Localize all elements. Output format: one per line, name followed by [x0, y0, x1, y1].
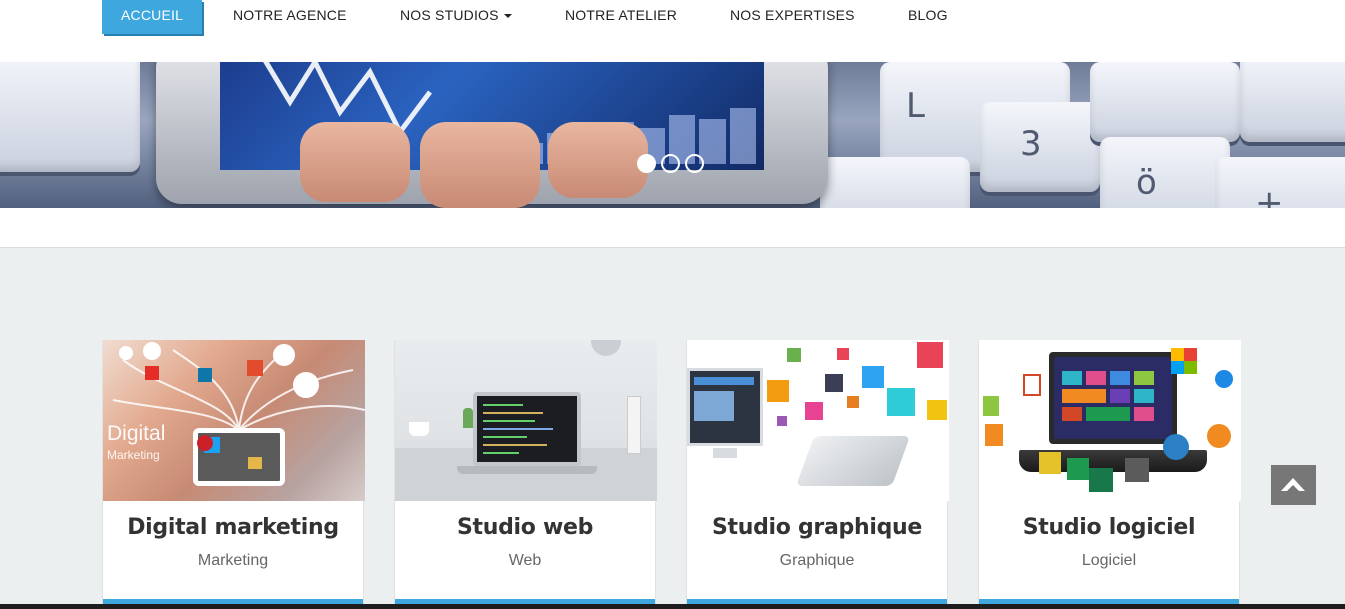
mug-graphic: [409, 422, 429, 436]
color-cube: [837, 348, 849, 360]
slider-dot-3[interactable]: [685, 154, 704, 173]
footer-strip: [0, 604, 1345, 609]
main-navigation: ACCUEIL NOTRE AGENCE NOS STUDIOS NOTRE A…: [0, 0, 1345, 62]
keyboard-key: [0, 62, 140, 172]
studio-card-web[interactable]: Studio web Web: [394, 340, 657, 604]
keyboard-key: [1240, 62, 1345, 142]
monitor-stand: [713, 448, 737, 458]
social-bubble: [119, 346, 133, 360]
power-strip-graphic: [627, 396, 641, 454]
youtube-icon: [145, 366, 159, 380]
color-cube: [927, 400, 947, 420]
color-cube: [887, 388, 915, 416]
social-bubble: [143, 342, 161, 360]
studio-card-logiciel[interactable]: Studio logiciel Logiciel: [978, 340, 1241, 604]
app-icon: [1215, 370, 1233, 388]
app-icon: [983, 396, 999, 416]
image-caption-marketing: Marketing: [107, 448, 160, 462]
image-caption-digital: Digital: [107, 422, 166, 445]
search-bubble: [293, 372, 319, 398]
laptop-graphic: [473, 392, 581, 466]
app-icon: [1039, 452, 1061, 474]
nav-item-nos-studios-label: NOS STUDIOS: [400, 7, 499, 23]
finger: [300, 122, 410, 202]
twitter-bubble: [273, 344, 295, 366]
card-title: Studio web: [456, 515, 594, 540]
hero-slider: L 3 ö +: [0, 62, 1345, 208]
finger: [420, 122, 540, 208]
monitor-graphic: [687, 368, 763, 446]
plant-graphic: [463, 408, 473, 428]
color-cube: [787, 348, 801, 362]
studio-card-graphique[interactable]: Studio graphique Graphique: [686, 340, 949, 604]
drawing-tablet-graphic: [795, 436, 911, 486]
pdf-icon: [1023, 374, 1041, 396]
app-icon: [1207, 424, 1231, 448]
card-subtitle: Web: [508, 552, 542, 569]
illustrator-icon: [767, 380, 789, 402]
slider-dot-1[interactable]: [637, 154, 656, 173]
pinterest-icon: [197, 435, 213, 451]
message-icon: [248, 457, 262, 469]
finger: [548, 122, 648, 198]
keyboard-key: +: [1215, 157, 1345, 208]
settings-icon: [1125, 458, 1149, 482]
card-subtitle: Logiciel: [1081, 552, 1137, 569]
color-cube: [917, 342, 943, 368]
studio-logiciel-image: [979, 340, 1241, 501]
nav-item-blog[interactable]: BLOG: [908, 0, 948, 34]
slider-dot-2[interactable]: [661, 154, 680, 173]
keyboard-key: [1090, 62, 1240, 142]
laptop-graphic: [1049, 352, 1177, 444]
card-title: Studio logiciel: [1022, 515, 1196, 540]
photoshop-icon: [862, 366, 884, 388]
lightroom-icon: [825, 374, 843, 392]
windows-icon: [1171, 348, 1197, 374]
nav-item-accueil[interactable]: ACCUEIL: [102, 0, 203, 34]
back-to-top-button[interactable]: [1271, 465, 1316, 505]
nav-item-notre-agence[interactable]: NOTRE AGENCE: [233, 0, 347, 34]
studio-graphique-image: [687, 340, 949, 501]
caret-down-icon: [503, 14, 512, 19]
slider-pagination: [637, 154, 704, 173]
color-cube: [777, 416, 787, 426]
card-subtitle: Graphique: [779, 552, 855, 569]
excel-icon: [1067, 458, 1089, 480]
card-title: Studio graphique: [711, 515, 922, 540]
google-plus-icon: [247, 360, 263, 376]
nav-item-notre-atelier[interactable]: NOTRE ATELIER: [565, 0, 677, 34]
app-icon: [985, 424, 1003, 446]
studio-card-digital-marketing[interactable]: Digital Marketing Digital marketing Mark…: [102, 340, 365, 604]
keyboard-key: 3: [980, 102, 1100, 192]
color-cube: [847, 396, 859, 408]
keyboard-key: [820, 157, 970, 208]
keyboard-key: ö: [1100, 137, 1230, 208]
spreadsheet-icon: [1089, 468, 1113, 492]
linkedin-icon: [198, 368, 212, 382]
studio-web-image: [395, 340, 657, 501]
card-subtitle: Marketing: [197, 552, 269, 569]
laptop-base: [457, 466, 597, 474]
lamp-graphic: [591, 340, 621, 356]
card-title: Digital marketing: [127, 515, 339, 540]
digital-marketing-image: Digital Marketing: [103, 340, 365, 501]
nav-item-nos-studios[interactable]: NOS STUDIOS: [400, 0, 512, 34]
music-icon: [1163, 434, 1189, 460]
nav-item-nos-expertises[interactable]: NOS EXPERTISES: [730, 0, 855, 34]
indesign-icon: [805, 402, 823, 420]
